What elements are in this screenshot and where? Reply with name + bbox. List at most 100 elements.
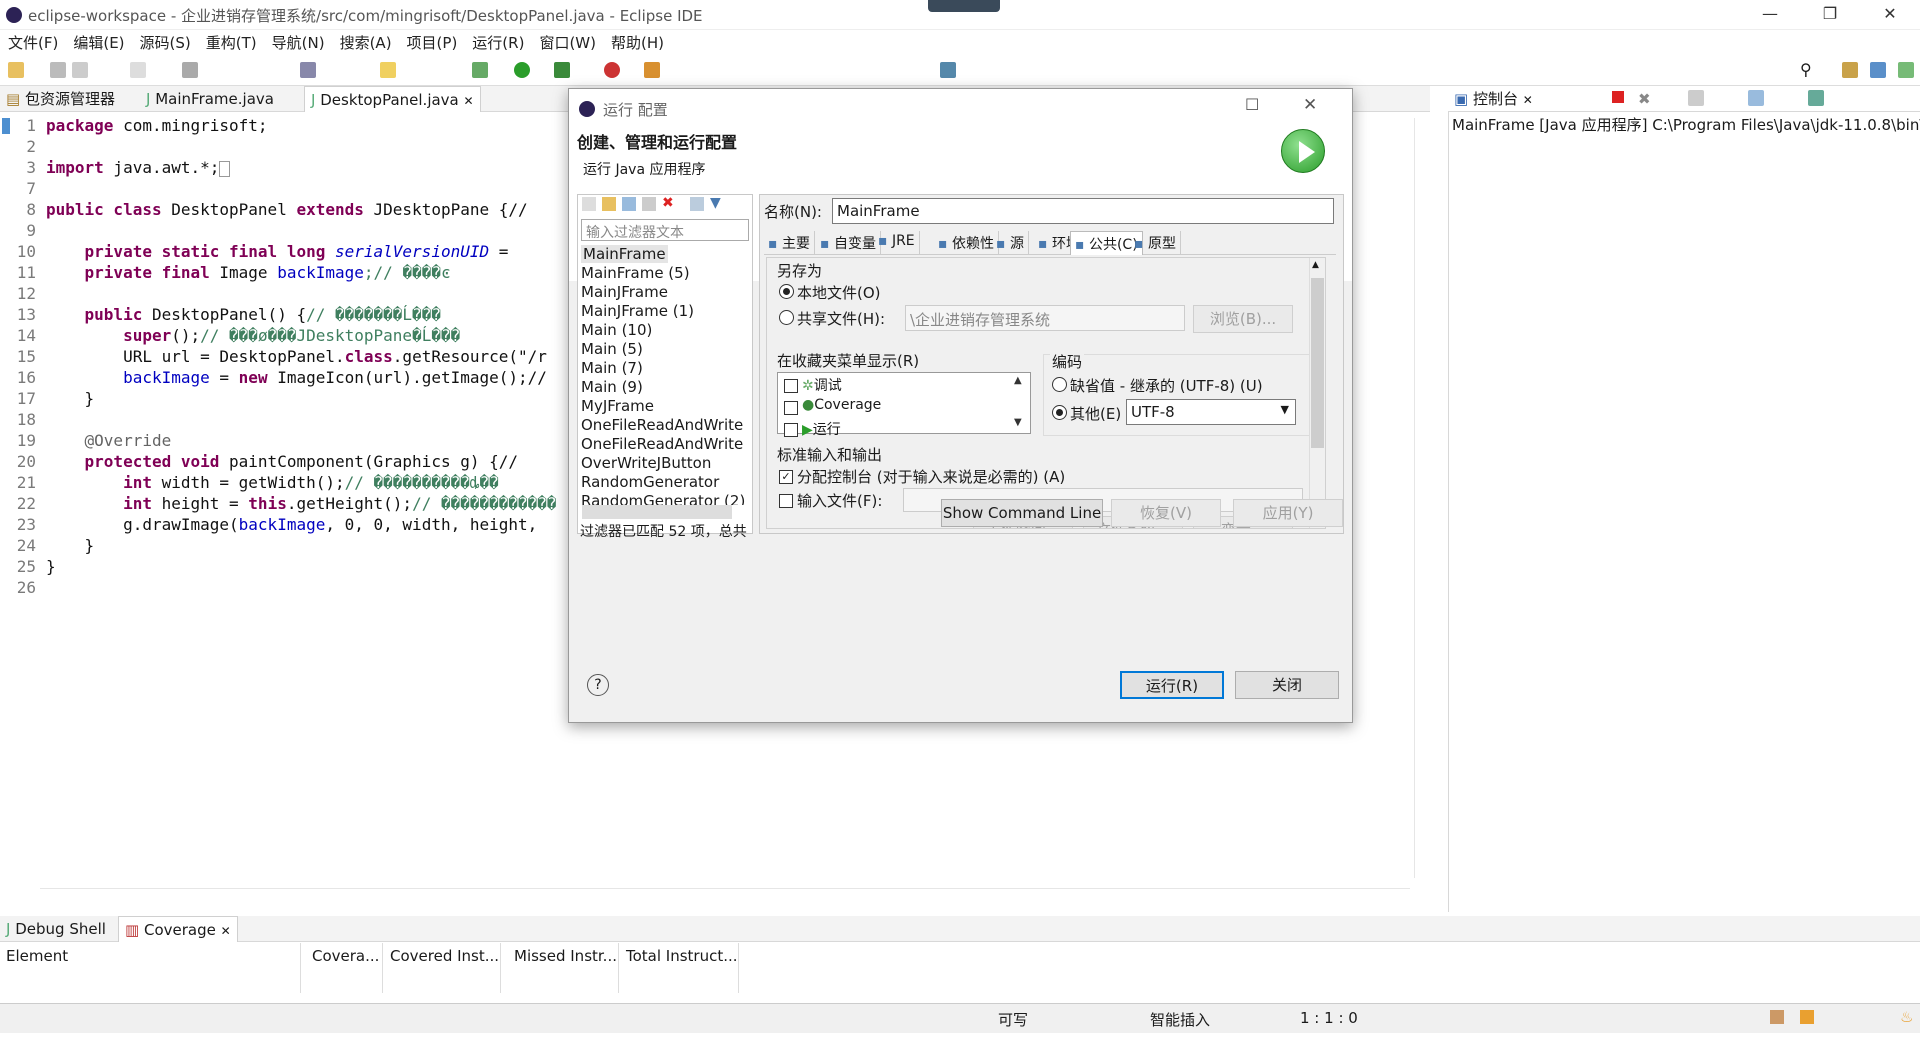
config-item[interactable]: RandomGenerator <box>581 473 719 491</box>
menu-item-7[interactable]: 运行(R) <box>472 34 524 52</box>
save-icon[interactable] <box>50 62 66 78</box>
notifications-icon[interactable] <box>1770 1010 1784 1024</box>
close-tab-icon[interactable]: ✕ <box>1523 93 1533 107</box>
config-tab-1[interactable]: ▪ 自变量 <box>816 231 881 255</box>
apply-button[interactable]: 应用(Y) <box>1233 499 1343 527</box>
favorite-run-checkbox[interactable] <box>784 423 798 437</box>
menu-item-1[interactable]: 编辑(E) <box>73 34 124 52</box>
new-prototype-icon[interactable] <box>602 197 616 211</box>
favorite-coverage-checkbox[interactable] <box>784 401 798 415</box>
browse-button[interactable]: 浏览(B)... <box>1193 305 1293 333</box>
resume-icon[interactable] <box>130 62 146 78</box>
remove-launch-icon[interactable]: ✖ <box>1638 90 1651 108</box>
maximize-button[interactable]: ❐ <box>1800 0 1860 30</box>
config-item[interactable]: OneFileReadAndWrite <box>581 435 743 453</box>
run-button[interactable]: 运行(R) <box>1120 671 1224 699</box>
config-tab-2[interactable]: ▪ JRE <box>874 231 920 255</box>
maximize-dialog-icon[interactable]: ☐ <box>1245 95 1259 114</box>
tab-debug-shell[interactable]: J Debug Shell <box>0 916 112 942</box>
new-config-icon[interactable] <box>582 197 596 211</box>
close-button[interactable]: 关闭 <box>1235 671 1339 699</box>
detail-scrollbar[interactable]: ▲ ▼ <box>1309 258 1325 528</box>
menu-item-8[interactable]: 窗口(W) <box>539 34 596 52</box>
column-header-missed[interactable]: Missed Instr... <box>514 947 617 965</box>
favorite-debug-checkbox[interactable] <box>784 379 798 393</box>
input-file-checkbox[interactable] <box>779 494 793 508</box>
tab-desktoppanel[interactable]: J DesktopPanel.java ✕ <box>304 86 481 112</box>
menu-item-5[interactable]: 搜索(A) <box>340 34 392 52</box>
lightbulb-icon[interactable]: ♨ <box>1900 1008 1913 1026</box>
menu-item-9[interactable]: 帮助(H) <box>611 34 664 52</box>
scroll-up-icon[interactable]: ▲ <box>1312 260 1319 270</box>
debug-perspective-icon[interactable] <box>1898 62 1914 78</box>
revert-button[interactable]: 恢复(V) <box>1111 499 1221 527</box>
scroll-thumb[interactable] <box>1311 278 1324 448</box>
shared-file-input[interactable]: \企业进销存管理系统 <box>905 305 1185 331</box>
menu-item-2[interactable]: 源码(S) <box>140 34 191 52</box>
new-java-project-icon[interactable] <box>644 62 660 78</box>
config-item[interactable]: MyJFrame <box>581 397 654 415</box>
minimize-button[interactable]: — <box>1740 0 1800 30</box>
debug-icon[interactable] <box>472 62 488 78</box>
menu-item-0[interactable]: 文件(F) <box>8 34 58 52</box>
delete-icon[interactable]: ✖ <box>662 195 674 211</box>
stop-icon[interactable] <box>182 62 198 78</box>
name-input[interactable]: MainFrame <box>832 198 1334 224</box>
export-icon[interactable] <box>622 197 636 211</box>
run-icon[interactable] <box>514 62 530 78</box>
config-tab-3[interactable]: ▪ 依赖性 <box>934 231 999 255</box>
coverage-icon[interactable] <box>554 62 570 78</box>
save-all-icon[interactable] <box>72 62 88 78</box>
filter-icon[interactable]: ▼ <box>710 195 721 211</box>
pin-editor-icon[interactable] <box>940 62 956 78</box>
new-icon[interactable] <box>8 62 24 78</box>
close-tab-icon[interactable]: ✕ <box>221 924 231 938</box>
config-item[interactable]: Main (5) <box>581 340 643 358</box>
config-item[interactable]: RandomGenerator (2) <box>581 492 745 505</box>
close-dialog-icon[interactable]: ✕ <box>1303 95 1317 115</box>
external-tools-icon[interactable] <box>604 62 620 78</box>
open-console-icon[interactable] <box>1808 90 1824 106</box>
open-type-icon[interactable] <box>300 62 316 78</box>
tree-horizontal-scrollbar[interactable] <box>582 505 732 519</box>
default-encoding-radio[interactable] <box>1052 377 1067 392</box>
open-perspective-icon[interactable] <box>1842 62 1858 78</box>
scroll-lock-icon[interactable] <box>1688 90 1704 106</box>
tab-mainframe[interactable]: J MainFrame.java <box>140 86 280 112</box>
column-header-element[interactable]: Element <box>6 947 68 965</box>
pin-console-icon[interactable] <box>1748 90 1764 106</box>
config-item[interactable]: MainFrame <box>581 245 668 263</box>
column-header-total[interactable]: Total Instruct... <box>626 947 738 965</box>
allocate-console-checkbox[interactable]: ✓ <box>779 470 793 484</box>
shared-file-radio[interactable] <box>779 310 794 325</box>
terminate-icon[interactable] <box>1612 91 1624 103</box>
column-header-coverage[interactable]: Covera... <box>312 947 379 965</box>
highlight-icon[interactable] <box>380 62 396 78</box>
search-icon[interactable]: ⚲ <box>1800 60 1812 79</box>
config-item[interactable]: OneFileReadAndWrite <box>581 416 743 434</box>
list-scroll-down-icon[interactable]: ▼ <box>1014 417 1022 428</box>
filter-input[interactable]: 输入过滤器文本 <box>581 219 749 241</box>
local-file-radio[interactable] <box>779 284 794 299</box>
list-scroll-up-icon[interactable]: ▲ <box>1014 375 1022 386</box>
menu-item-3[interactable]: 重构(T) <box>206 34 257 52</box>
menu-item-6[interactable]: 项目(P) <box>407 34 458 52</box>
show-command-line-button[interactable]: Show Command Line <box>941 499 1103 527</box>
tab-console[interactable]: ▣ 控制台 ✕ <box>1448 86 1539 112</box>
other-encoding-radio[interactable] <box>1052 405 1067 420</box>
config-item[interactable]: Main (10) <box>581 321 652 339</box>
config-item[interactable]: Main (7) <box>581 359 643 377</box>
config-tab-7[interactable]: ▪ 原型 <box>1130 231 1181 255</box>
tab-coverage[interactable]: ▥ Coverage ✕ <box>118 916 238 942</box>
drag-handle[interactable] <box>928 0 1000 12</box>
menu-item-4[interactable]: 导航(N) <box>272 34 325 52</box>
help-icon[interactable]: ? <box>587 674 609 696</box>
config-item[interactable]: Main (9) <box>581 378 643 396</box>
close-tab-icon[interactable]: ✕ <box>464 94 474 108</box>
encoding-select[interactable]: UTF-8 ▼ <box>1126 399 1296 425</box>
tips-icon[interactable] <box>1800 1010 1814 1024</box>
close-window-button[interactable]: ✕ <box>1860 0 1920 30</box>
java-perspective-icon[interactable] <box>1870 62 1886 78</box>
config-item[interactable]: MainJFrame (1) <box>581 302 694 320</box>
config-item[interactable]: MainFrame (5) <box>581 264 690 282</box>
